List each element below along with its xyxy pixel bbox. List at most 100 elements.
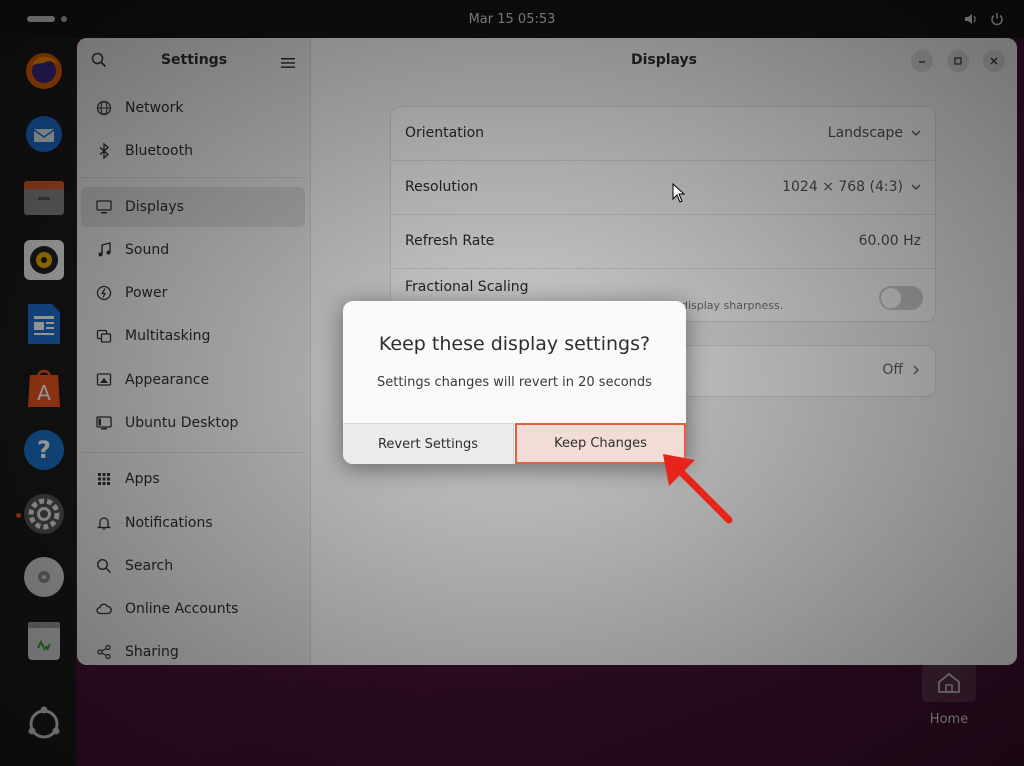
power-icon [95,284,113,302]
sidebar-item-label: Online Accounts [125,601,239,617]
sidebar-item-label: Search [125,558,174,574]
sidebar-divider [81,452,305,453]
app-center-icon[interactable]: A [22,365,66,409]
resolution-dropdown[interactable]: 1024 × 768 (4:3) [782,179,921,195]
sidebar-item-sharing[interactable]: Sharing [81,632,305,665]
maximize-icon [954,57,962,65]
network-icon [95,99,113,117]
sidebar-item-notifications[interactable]: Notifications [81,503,305,543]
trash-icon[interactable] [22,618,66,662]
top-bar: Mar 15 05:53 [0,0,1024,38]
refresh-rate-row[interactable]: Refresh Rate 60.00 Hz [391,215,937,269]
chevron-down-icon [911,130,921,136]
sidebar-item-displays[interactable]: Displays [81,187,305,227]
minimize-icon [919,61,925,63]
volume-icon[interactable] [964,11,978,30]
clock[interactable]: Mar 15 05:53 [0,12,1024,27]
home-folder-label[interactable]: Home [909,712,989,727]
fractional-scaling-toggle[interactable] [879,286,923,310]
thunderbird-icon[interactable] [22,112,66,156]
sidebar-item-sound[interactable]: Sound [81,230,305,270]
sidebar-header: Settings [77,38,311,84]
svg-text:A: A [37,381,51,405]
dialog-message: Settings changes will revert in 20 secon… [377,375,652,390]
mouse-cursor-icon [672,182,686,207]
rhythmbox-icon[interactable] [22,238,66,282]
sidebar-item-online-accounts[interactable]: Online Accounts [81,589,305,629]
ubuntu-desktop-icon [95,414,113,432]
search-icon [95,557,113,575]
sidebar-item-label: Displays [125,199,184,215]
dock: A ? [0,38,76,766]
appearance-icon [95,371,113,389]
fractional-scaling-description: display sharpness. [681,299,784,312]
sidebar: Settings Network Bluetooth Displays Soun… [77,38,311,665]
sidebar-item-bluetooth[interactable]: Bluetooth [81,131,305,171]
apps-grid-icon [95,470,113,488]
settings-icon[interactable] [22,492,66,536]
chevron-right-icon [913,365,919,375]
toggle-knob [881,288,901,308]
home-folder-icon[interactable] [922,664,976,702]
display-settings-card: Orientation Landscape Resolution 1024 × … [390,106,937,322]
orientation-value: Landscape [827,125,903,141]
sidebar-item-label: Sound [125,242,170,258]
night-light-status: Off [882,362,919,378]
music-note-icon [95,241,113,259]
system-tray[interactable] [964,11,1004,30]
hamburger-menu-icon[interactable] [281,54,295,73]
close-icon [990,57,998,65]
display-icon [95,198,113,216]
resolution-value: 1024 × 768 (4:3) [782,179,903,195]
sidebar-title: Settings [160,52,228,68]
sidebar-item-network[interactable]: Network [81,88,305,128]
sidebar-item-label: Ubuntu Desktop [125,415,239,431]
files-icon[interactable] [22,175,66,219]
disc-icon[interactable] [22,555,66,599]
sidebar-item-appearance[interactable]: Appearance [81,360,305,400]
sidebar-item-label: Notifications [125,515,213,531]
night-light-value: Off [882,362,903,378]
ubuntu-icon[interactable] [22,702,66,746]
sidebar-item-search[interactable]: Search [81,546,305,586]
chevron-down-icon [911,184,921,190]
writer-icon[interactable] [22,302,66,346]
orientation-row[interactable]: Orientation Landscape [391,107,937,161]
maximize-button[interactable] [947,50,969,72]
sidebar-item-power[interactable]: Power [81,273,305,313]
share-icon [95,643,113,661]
cloud-icon [95,600,113,618]
sidebar-item-ubuntu-desktop[interactable]: Ubuntu Desktop [81,403,305,443]
bell-icon [95,514,113,532]
dialog-title: Keep these display settings? [378,333,651,355]
sidebar-divider [81,177,305,178]
power-menu-icon[interactable] [990,11,1004,30]
resolution-label: Resolution [405,179,479,195]
sidebar-item-label: Sharing [125,644,179,660]
refresh-rate-label: Refresh Rate [405,233,495,249]
sidebar-item-apps[interactable]: Apps [81,459,305,499]
running-indicator [16,513,21,518]
svg-text:?: ? [37,436,51,464]
sidebar-item-label: Power [125,285,168,301]
fractional-scaling-label: Fractional Scaling [405,279,529,295]
annotation-arrow-icon [655,448,735,530]
orientation-label: Orientation [405,125,485,141]
firefox-icon[interactable] [22,49,66,93]
sidebar-item-label: Network [125,100,184,116]
bluetooth-icon [95,142,113,160]
sidebar-item-label: Appearance [125,372,210,388]
sidebar-item-label: Bluetooth [125,143,193,159]
resolution-row[interactable]: Resolution 1024 × 768 (4:3) [391,161,937,215]
multitasking-icon [95,327,113,345]
sidebar-item-multitasking[interactable]: Multitasking [81,316,305,356]
orientation-dropdown[interactable]: Landscape [828,125,921,141]
sidebar-item-label: Apps [125,471,160,487]
sidebar-item-label: Multitasking [125,328,211,344]
minimize-button[interactable] [911,50,933,72]
revert-settings-button[interactable]: Revert Settings [343,423,514,464]
close-button[interactable] [983,50,1005,72]
confirm-display-dialog: Keep these display settings? Settings ch… [343,301,686,464]
refresh-rate-value: 60.00 Hz [858,233,921,249]
help-icon[interactable]: ? [22,428,66,472]
